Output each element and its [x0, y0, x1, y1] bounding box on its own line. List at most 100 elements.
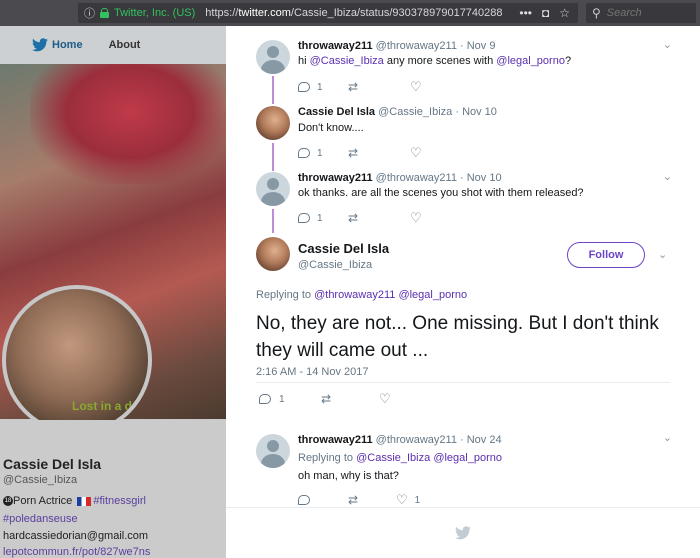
- browser-toolbar: ⓘ Twitter, Inc. (US) https://twitter.com…: [0, 0, 700, 26]
- avatar[interactable]: [256, 40, 290, 74]
- follow-button[interactable]: Follow: [567, 242, 645, 268]
- info-icon[interactable]: ⓘ: [84, 5, 95, 21]
- nav-about[interactable]: About: [109, 39, 141, 51]
- text-segment: hi: [298, 55, 310, 67]
- avatar[interactable]: [256, 106, 290, 140]
- retweet-button[interactable]: ⇄: [348, 146, 410, 160]
- reply-button[interactable]: [298, 495, 348, 505]
- browser-search[interactable]: ⚲: [586, 3, 696, 23]
- avatar[interactable]: [256, 172, 290, 206]
- avatar[interactable]: [256, 434, 290, 468]
- tweet-date[interactable]: · Nov 10: [460, 172, 502, 184]
- retweet-button[interactable]: ⇄: [348, 493, 396, 507]
- like-button[interactable]: ♡: [410, 79, 422, 94]
- chevron-down-icon[interactable]: ⌄: [663, 38, 672, 51]
- author-name[interactable]: throwaway211: [298, 434, 373, 446]
- profile-handle[interactable]: @Cassie_Ibiza: [3, 474, 77, 486]
- page-actions-icon[interactable]: •••: [519, 6, 532, 20]
- reply-icon: [298, 213, 310, 223]
- tweet-actions: 1 ⇄ ♡: [298, 146, 422, 160]
- tweet-timestamp[interactable]: 2:16 AM - 14 Nov 2017: [256, 366, 369, 378]
- hashtag-link[interactable]: #poledanseuse: [3, 513, 78, 525]
- url-path: /Cassie_Ibiza/status/930378979017740288: [290, 7, 503, 19]
- tweet-actions: 1 ⇄ ♡: [259, 392, 391, 406]
- twitter-bird-icon: [455, 526, 471, 540]
- author-name[interactable]: Cassie Del Isla: [298, 106, 375, 118]
- tweet-date[interactable]: · Nov 24: [460, 434, 502, 446]
- author-handle[interactable]: @throwaway211: [376, 434, 457, 446]
- nav-home[interactable]: Home: [52, 39, 83, 51]
- mention-link[interactable]: @Cassie_Ibiza: [356, 452, 430, 464]
- bookmark-star-icon[interactable]: ☆: [559, 6, 570, 20]
- site-identity[interactable]: Twitter, Inc. (US): [114, 7, 195, 19]
- avatar-overlay-text: Lost in a d: [72, 399, 132, 413]
- tweet-date[interactable]: · Nov 10: [455, 106, 497, 118]
- mention-link[interactable]: @Cassie_Ibiza: [310, 55, 384, 67]
- author-handle[interactable]: @Cassie_Ibiza: [298, 259, 372, 271]
- chevron-down-icon[interactable]: ⌄: [658, 248, 667, 261]
- heart-icon: ♡: [396, 492, 408, 507]
- profile-name[interactable]: Cassie Del Isla: [3, 456, 101, 472]
- tweet-text: hi @Cassie_Ibiza any more scenes with @l…: [298, 55, 571, 67]
- retweet-icon: ⇄: [348, 211, 359, 225]
- chevron-down-icon[interactable]: ⌄: [663, 431, 672, 444]
- tweet-header: throwaway211 @throwaway211 · Nov 9: [298, 40, 495, 52]
- heart-icon: ♡: [410, 145, 422, 160]
- avatar[interactable]: [256, 237, 290, 271]
- url-host: twitter.com: [238, 7, 291, 19]
- reply-button[interactable]: 1: [298, 213, 348, 224]
- url-prefix: https://: [205, 7, 239, 19]
- profile-email: hardcassiedorian@gmail.com: [3, 530, 149, 542]
- retweet-button[interactable]: ⇄: [348, 211, 410, 225]
- reply-button[interactable]: 1: [259, 394, 321, 405]
- mention-link[interactable]: @legal_porno: [398, 289, 467, 301]
- tweet-actions: 1 ⇄ ♡: [298, 80, 422, 94]
- thread-line: [272, 143, 274, 171]
- retweet-button[interactable]: ⇄: [348, 80, 410, 94]
- tweet-text: ok thanks. are all the scenes you shot w…: [298, 187, 584, 199]
- profile-avatar[interactable]: Lost in a d: [2, 285, 152, 435]
- author-handle[interactable]: @Cassie_Ibiza: [378, 106, 452, 118]
- retweet-icon: ⇄: [348, 493, 359, 507]
- adult-badge-icon: 18: [3, 496, 13, 507]
- heart-icon: ♡: [379, 391, 391, 406]
- twitter-bird-icon[interactable]: [32, 38, 48, 52]
- main-tweet-text: No, they are not... One missing. But I d…: [256, 313, 659, 361]
- author-name[interactable]: Cassie Del Isla: [298, 241, 389, 256]
- hashtag-link[interactable]: #fitnessgirl: [93, 495, 146, 507]
- tweet-actions: 1 ⇄ ♡: [298, 211, 422, 225]
- tweet-actions: ⇄ ♡ 1: [298, 493, 420, 507]
- thread-line: [272, 209, 274, 233]
- chevron-down-icon[interactable]: ⌄: [663, 170, 672, 183]
- search-icon: ⚲: [592, 6, 601, 20]
- mention-link[interactable]: @throwaway211: [314, 289, 395, 301]
- author-name[interactable]: throwaway211: [298, 40, 373, 52]
- retweet-icon: ⇄: [348, 146, 359, 160]
- author-handle[interactable]: @throwaway211: [376, 40, 457, 52]
- like-button[interactable]: ♡: [410, 145, 422, 160]
- url-text[interactable]: https://twitter.com/Cassie_Ibiza/status/…: [205, 7, 502, 19]
- reply-button[interactable]: 1: [298, 148, 348, 159]
- mention-link[interactable]: @legal_porno: [496, 55, 565, 67]
- tweet-date[interactable]: · Nov 9: [460, 40, 495, 52]
- reply-button[interactable]: 1: [298, 82, 348, 93]
- like-button[interactable]: ♡: [410, 211, 422, 224]
- like-button[interactable]: ♡ 1: [396, 492, 420, 507]
- heart-icon: ♡: [410, 79, 422, 94]
- france-flag-icon: [77, 496, 92, 506]
- profile-link[interactable]: lepotcommun.fr/pot/827we7ns: [3, 546, 150, 558]
- tweet-header: Cassie Del Isla @Cassie_Ibiza · Nov 10: [298, 106, 497, 118]
- url-bar[interactable]: ⓘ Twitter, Inc. (US) https://twitter.com…: [78, 3, 578, 23]
- thread-line: [272, 76, 274, 104]
- search-input[interactable]: [606, 7, 687, 19]
- mention-link[interactable]: @legal_porno: [433, 452, 502, 464]
- retweet-button[interactable]: ⇄: [321, 392, 379, 406]
- like-button[interactable]: ♡: [379, 391, 391, 406]
- tweet-text: Don't know....: [298, 122, 364, 134]
- author-handle[interactable]: @throwaway211: [376, 172, 457, 184]
- author-name[interactable]: throwaway211: [298, 172, 373, 184]
- lock-icon[interactable]: [100, 8, 109, 18]
- tweet-header: throwaway211 @throwaway211 · Nov 10: [298, 172, 502, 184]
- pocket-icon[interactable]: ◘: [542, 6, 549, 20]
- reply-icon: [298, 148, 310, 158]
